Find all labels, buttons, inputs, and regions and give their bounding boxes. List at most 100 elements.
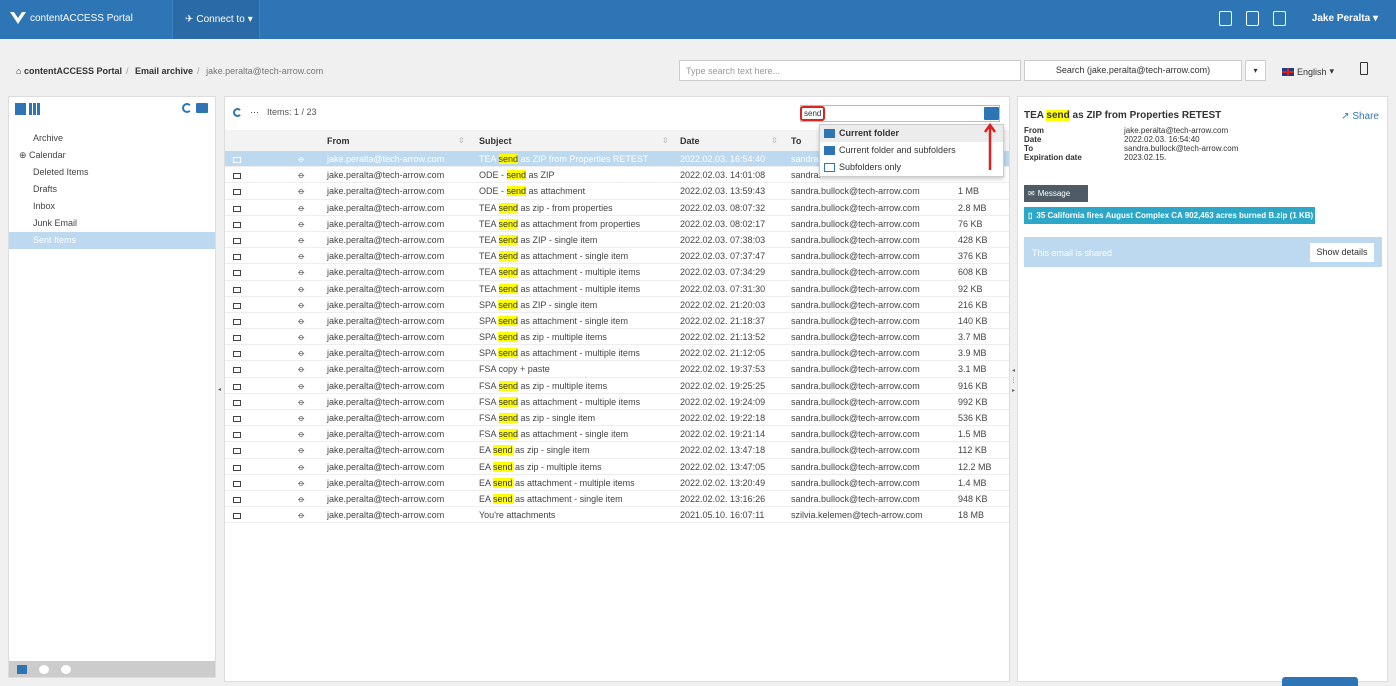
list-filter-input[interactable]: send (800, 105, 1000, 122)
row-size: 1.4 MB (958, 477, 987, 488)
table-row[interactable]: ⌀ jake.peralta@tech-arrow.com TEA send as … (225, 281, 1009, 297)
row-date: 2022.02.02. 13:16:26 (680, 493, 766, 504)
breadcrumb-home[interactable]: contentACCESS Portal (24, 66, 122, 76)
message-button[interactable]: ✉ Message (1024, 185, 1088, 202)
table-row[interactable]: ⌀ jake.peralta@tech-arrow.com EA send as z… (225, 459, 1009, 475)
language-selector[interactable]: English ▾ (1282, 66, 1334, 77)
subject-highlight: send (498, 413, 519, 423)
row-date: 2022.02.03. 14:01:08 (680, 170, 766, 181)
table-row[interactable]: ⌀ jake.peralta@tech-arrow.com SPA send as … (225, 345, 1009, 362)
layout-icon[interactable] (15, 103, 26, 115)
folder-icon[interactable] (17, 664, 27, 674)
expand-icon[interactable]: ⊕ (19, 150, 29, 160)
table-row[interactable]: ⌀ jake.peralta@tech-arrow.com FSA copy + p… (225, 361, 1009, 378)
sort-icon[interactable]: ⇳ (771, 136, 778, 145)
bottom-action-button[interactable] (1282, 677, 1358, 686)
breadcrumb-archive[interactable]: Email archive (135, 66, 193, 76)
connect-to-menu[interactable]: ✈ Connect to ▾ (172, 0, 260, 39)
header-to[interactable]: To (791, 136, 801, 146)
envelope-icon (233, 345, 241, 361)
subject-part: FSA (479, 413, 499, 423)
row-date: 2022.02.03. 13:59:43 (680, 186, 766, 197)
table-row[interactable]: ⌀ jake.peralta@tech-arrow.com FSA send as … (225, 394, 1009, 410)
app-logo[interactable]: contentACCESS Portal (10, 12, 133, 24)
table-row[interactable]: ⌀ jake.peralta@tech-arrow.com TEA send as … (225, 216, 1009, 232)
row-size: 140 KB (958, 315, 988, 326)
table-row[interactable]: ⌀ jake.peralta@tech-arrow.com FSA send as … (225, 378, 1009, 394)
search-input[interactable]: Type search text here... (679, 60, 1021, 81)
table-row[interactable]: ⌀ jake.peralta@tech-arrow.com You're attac… (225, 507, 1009, 524)
subject-highlight: send (498, 315, 518, 326)
row-from: jake.peralta@tech-arrow.com (327, 202, 445, 213)
mobile-icon[interactable] (1360, 62, 1368, 75)
document-icon[interactable] (1246, 11, 1259, 26)
table-row[interactable]: ⌀ jake.peralta@tech-arrow.com ODE - send a… (225, 183, 1009, 200)
refresh-folders-icon[interactable] (182, 103, 192, 113)
attachment-chip[interactable]: ▯ 35 California fires August Complex CA 9… (1024, 207, 1315, 224)
row-to: sandra.bullock@tech-arrow.com (791, 380, 920, 391)
row-to: sandra.bullock@tech-arrow.com (791, 429, 920, 440)
table-row[interactable]: ⌀ jake.peralta@tech-arrow.com FSA send as … (225, 426, 1009, 443)
folder-list: Archive ⊕ Calendar Deleted Items Drafts … (9, 130, 215, 249)
folder-sync-icon[interactable] (196, 103, 208, 113)
folder-archive[interactable]: Archive (9, 130, 215, 147)
table-row[interactable]: ⌀ jake.peralta@tech-arrow.com EA send as a… (225, 491, 1009, 508)
table-row[interactable]: ⌀ jake.peralta@tech-arrow.com TEA send as … (225, 200, 1009, 216)
subject-part: TEA (479, 267, 499, 278)
more-icon[interactable]: ··· (250, 107, 259, 117)
annotation-arrow-icon (984, 122, 996, 170)
subject-part: as ZIP (526, 170, 555, 181)
calculator-icon[interactable] (1219, 11, 1232, 26)
show-details-button[interactable]: Show details (1310, 243, 1374, 262)
table-row[interactable]: ⌀ jake.peralta@tech-arrow.com EA send as a… (225, 475, 1009, 491)
scope-subfolders-only[interactable]: Subfolders only (820, 159, 1003, 176)
refresh-list-icon[interactable] (233, 107, 242, 117)
user-menu[interactable]: Jake Peralta ▾ (1312, 13, 1378, 24)
gear-icon[interactable] (61, 664, 71, 674)
header-from[interactable]: From (327, 136, 350, 146)
table-row[interactable]: ⌀ jake.peralta@tech-arrow.com SPA send as … (225, 313, 1009, 330)
share-button[interactable]: ↗ Share (1341, 111, 1379, 122)
folder-drafts[interactable]: Drafts (9, 181, 215, 198)
table-row[interactable]: ⌀ jake.peralta@tech-arrow.com TEA send as … (225, 248, 1009, 265)
subject-part: FSA (479, 396, 499, 407)
scope-dropdown-button[interactable] (984, 107, 999, 120)
folder-calendar[interactable]: ⊕ Calendar (9, 147, 215, 164)
scope-current-folder[interactable]: Current folder (820, 125, 1003, 142)
subject-highlight: send (498, 202, 519, 213)
header-date[interactable]: Date (680, 136, 700, 146)
scope-current-and-subfolders[interactable]: Current folder and subfolders (820, 142, 1003, 159)
table-row[interactable]: ⌀ jake.peralta@tech-arrow.com FSA send as … (225, 410, 1009, 427)
subject-part: as ZIP - single item (518, 234, 598, 245)
filter-icon[interactable] (39, 664, 49, 674)
folder-inbox[interactable]: Inbox (9, 198, 215, 215)
table-row[interactable]: ⌀ jake.peralta@tech-arrow.com SPA send as … (225, 297, 1009, 313)
folder-icon (824, 129, 835, 138)
subject-highlight: send (498, 396, 519, 407)
sort-icon[interactable]: ⇳ (662, 136, 669, 145)
items-count: Items: 1 / 23 (267, 107, 317, 117)
checklist-icon[interactable] (1273, 11, 1286, 26)
sort-icon[interactable]: ⇳ (458, 136, 465, 145)
row-size: 916 KB (958, 380, 988, 391)
row-size: 3.7 MB (958, 332, 987, 343)
search-options-dropdown[interactable]: ▾ (1245, 60, 1266, 81)
folder-sent-items[interactable]: Sent Items (9, 232, 215, 249)
row-subject: FSA send as zip - multiple items (479, 378, 607, 394)
row-from: jake.peralta@tech-arrow.com (327, 477, 445, 488)
table-row[interactable]: ⌀ jake.peralta@tech-arrow.com EA send as z… (225, 442, 1009, 459)
table-row[interactable]: ⌀ jake.peralta@tech-arrow.com TEA send as … (225, 264, 1009, 281)
row-to: sandra.bullock@tech-arrow.com (791, 251, 920, 262)
header-subject[interactable]: Subject (479, 136, 512, 146)
attachment-icon: ⌀ (296, 234, 308, 246)
table-row[interactable]: ⌀ jake.peralta@tech-arrow.com SPA send as … (225, 329, 1009, 346)
collapse-left-handle[interactable]: ◂ (218, 386, 221, 393)
row-to: sandra.bullock@tech-arrow.com (791, 477, 920, 488)
columns-icon[interactable] (29, 103, 40, 115)
collapse-right-handle[interactable]: ◂ ⋮ ▸ (1010, 366, 1017, 414)
table-row[interactable]: ⌀ jake.peralta@tech-arrow.com TEA send as … (225, 232, 1009, 249)
folder-junk-email[interactable]: Junk Email (9, 215, 215, 232)
search-button[interactable]: Search (jake.peralta@tech-arrow.com) (1024, 60, 1242, 81)
meta-expiration-value: 2023.02.15. (1124, 153, 1167, 162)
folder-deleted-items[interactable]: Deleted Items (9, 164, 215, 181)
